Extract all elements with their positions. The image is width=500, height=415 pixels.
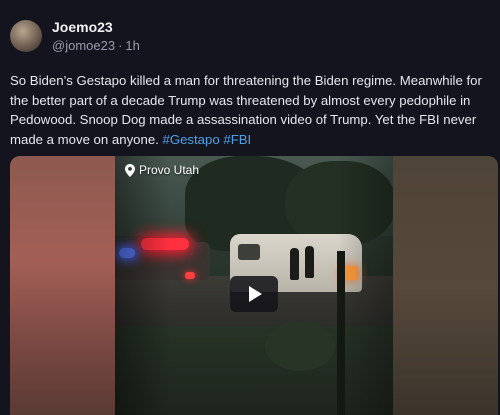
post-header: Joemo23 @jomoe23 · 1h — [10, 16, 140, 56]
blurred-border-left — [10, 156, 115, 415]
author-info: Joemo23 @jomoe23 · 1h — [52, 19, 140, 53]
author-handle[interactable]: @jomoe23 — [52, 38, 115, 53]
author-meta: @jomoe23 · 1h — [52, 38, 140, 53]
author-display-name[interactable]: Joemo23 — [52, 19, 140, 35]
meta-separator: · — [118, 38, 123, 53]
location-label: Provo Utah — [139, 163, 200, 177]
hashtag-gestapo[interactable]: #Gestapo — [163, 132, 220, 147]
map-pin-icon — [125, 163, 135, 177]
video-media[interactable]: Provo Utah — [10, 156, 498, 415]
blurred-border-right — [393, 156, 498, 415]
hashtag-fbi[interactable]: #FBI — [223, 132, 251, 147]
play-icon — [249, 286, 262, 302]
play-button[interactable] — [230, 276, 278, 312]
location-overlay: Provo Utah — [125, 163, 199, 177]
avatar[interactable] — [10, 20, 42, 52]
post-time[interactable]: 1h — [125, 38, 139, 53]
post-text: So Biden’s Gestapo killed a man for thre… — [10, 71, 490, 149]
